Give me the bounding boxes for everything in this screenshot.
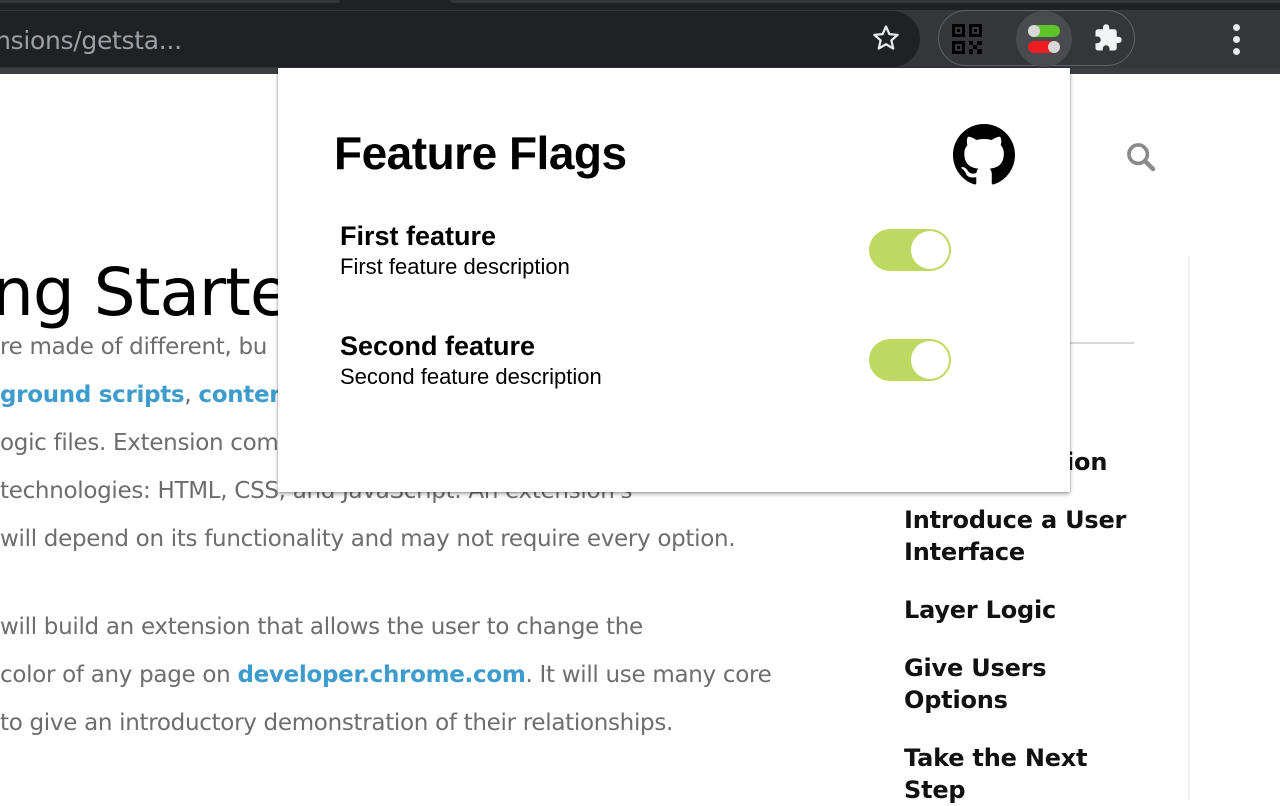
paragraph-line: will build an extension that allows the … [0, 614, 643, 640]
inline-link[interactable]: conter [198, 382, 280, 408]
browser-menu-button[interactable] [1220, 18, 1252, 60]
paragraph-line: will depend on its functionality and may… [0, 526, 736, 552]
feature-item: First feature First feature description [340, 220, 570, 282]
popup-title: Feature Flags [334, 127, 627, 179]
paragraph-text: to give an introductory demonstration of… [0, 710, 674, 736]
feature-name: First feature [340, 221, 497, 251]
kebab-menu-icon-dot [1232, 35, 1240, 43]
paragraph-line: re made of different, bu [0, 334, 267, 360]
feature-item: Second feature Second feature descriptio… [340, 330, 602, 392]
url-text[interactable]: ensions/getsta... [0, 26, 182, 55]
kebab-menu-icon-dot [1232, 23, 1240, 31]
feature-toggle[interactable] [869, 339, 951, 381]
github-icon[interactable] [953, 124, 1015, 186]
paragraph-text: will build an extension that allows the … [0, 614, 643, 640]
toc-item[interactable]: Give Users Options [904, 652, 1064, 716]
browser-toolbar: ensions/getsta... [0, 10, 1280, 68]
feature-flags-extension-button[interactable] [1016, 11, 1072, 67]
paragraph-text: color of any page on [0, 662, 238, 688]
address-bar[interactable]: ensions/getsta... [0, 11, 920, 67]
paragraph-text: . It will use many core [525, 662, 772, 688]
paragraph-line: color of any page on developer.chrome.co… [0, 662, 772, 688]
search-icon[interactable] [1124, 140, 1158, 174]
toggle-knob [911, 341, 949, 379]
qr-code-icon [952, 24, 982, 54]
feature-name: Second feature [340, 331, 536, 361]
qr-code-extension-button[interactable] [948, 20, 986, 58]
star-outline-icon [873, 25, 899, 50]
page-title: ng Starte [0, 254, 291, 331]
feature-toggle[interactable] [869, 229, 951, 271]
sidebar-rule [1060, 342, 1134, 344]
feature-description: First feature description [340, 254, 570, 279]
toc-item[interactable]: Layer Logic [904, 594, 1056, 626]
paragraph-line: ground scripts, conter [0, 382, 281, 408]
toc-item[interactable]: ion [1066, 446, 1107, 478]
kebab-menu-icon-dot [1232, 47, 1240, 55]
tab-strip [0, 0, 1280, 10]
toc-item[interactable]: Take the Next Step [904, 742, 1104, 806]
paragraph-text: will depend on its functionality and may… [0, 526, 736, 552]
sidebar-divider [1188, 256, 1190, 800]
toggle-knob [911, 231, 949, 269]
puzzle-icon [1095, 24, 1122, 51]
feature-flags-popup: Feature Flags First feature First featur… [278, 68, 1070, 492]
inline-link[interactable]: ground scripts [0, 382, 185, 408]
inline-link[interactable]: developer.chrome.com [237, 662, 525, 688]
paragraph-line: to give an introductory demonstration of… [0, 710, 673, 736]
extensions-puzzle-button[interactable] [1088, 18, 1128, 58]
feature-description: Second feature description [340, 364, 602, 389]
bookmark-star-button[interactable] [866, 20, 906, 56]
tab-edge [0, 0, 340, 3]
paragraph-text: re made of different, bu [0, 334, 268, 360]
toggle-switches-icon [1028, 25, 1060, 53]
paragraph-text: , [184, 382, 199, 408]
toc-item[interactable]: Introduce a User Interface [904, 504, 1144, 568]
tab-edge [450, 0, 1280, 3]
